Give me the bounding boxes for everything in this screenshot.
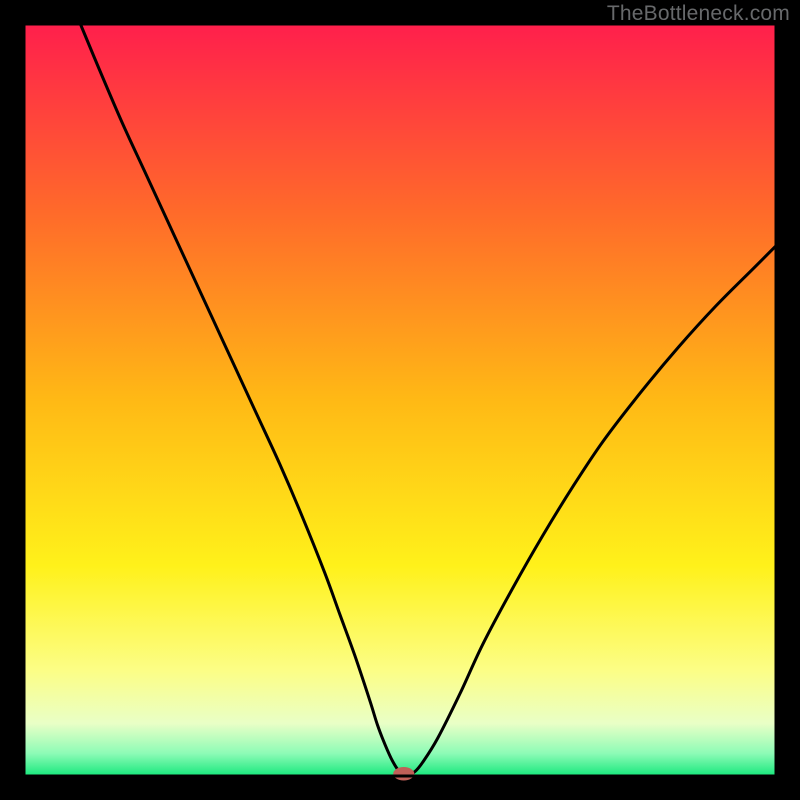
chart-stage: TheBottleneck.com (0, 0, 800, 800)
optimal-point-marker (393, 767, 414, 781)
gradient-background (24, 24, 776, 776)
chart-svg (0, 0, 800, 800)
watermark-text: TheBottleneck.com (607, 2, 790, 26)
